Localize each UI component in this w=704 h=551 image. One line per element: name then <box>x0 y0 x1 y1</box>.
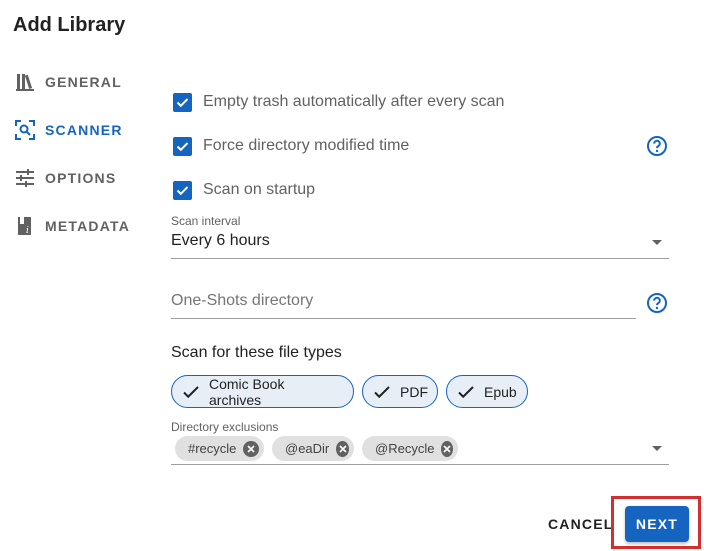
nav-label-scanner: SCANNER <box>45 122 123 138</box>
empty-trash-checkbox[interactable] <box>173 92 192 112</box>
check-icon <box>373 383 391 401</box>
check-icon <box>457 383 475 401</box>
add-library-dialog: Add Library GENERAL SCANNER OPTIONS i ME… <box>0 0 704 551</box>
library-books-icon <box>14 71 36 93</box>
directory-exclusions-label: Directory exclusions <box>171 420 279 434</box>
nav-item-scanner[interactable]: SCANNER <box>14 118 123 142</box>
scan-interval-select[interactable]: Every 6 hours <box>171 232 270 250</box>
remove-tag-icon[interactable] <box>441 440 453 457</box>
scan-on-startup-checkbox-row[interactable]: Scan on startup <box>173 178 315 202</box>
exclusion-tag: @Recycle <box>362 436 458 461</box>
chip-comic-book-archives[interactable]: Comic Book archives <box>171 375 354 408</box>
exclusion-tag-label: @Recycle <box>375 441 435 456</box>
chevron-down-icon[interactable] <box>652 446 662 451</box>
chip-label: PDF <box>400 383 428 400</box>
nav-item-options[interactable]: OPTIONS <box>14 166 116 190</box>
exclusions-underline <box>171 464 669 465</box>
scan-on-startup-checkbox[interactable] <box>173 180 192 200</box>
chevron-down-icon[interactable] <box>652 240 662 245</box>
oneshots-underline <box>171 318 636 319</box>
oneshots-directory-input[interactable]: One-Shots directory <box>171 292 313 310</box>
empty-trash-label: Empty trash automatically after every sc… <box>203 93 505 110</box>
exclusion-tag: #recycle <box>175 436 264 461</box>
cancel-button[interactable]: CANCEL <box>542 512 620 536</box>
nav-item-metadata[interactable]: i METADATA <box>14 214 130 238</box>
exclusion-tag-label: @eaDir <box>285 441 330 456</box>
chip-epub[interactable]: Epub <box>446 375 528 408</box>
dialog-title: Add Library <box>13 14 126 36</box>
scan-interval-label: Scan interval <box>171 214 241 228</box>
exclusion-tag-label: #recycle <box>188 441 237 456</box>
help-circle-icon[interactable] <box>646 292 668 314</box>
help-circle-icon[interactable] <box>646 135 668 157</box>
scanner-search-icon <box>14 119 36 141</box>
force-modified-time-label: Force directory modified time <box>203 137 410 154</box>
check-icon <box>182 383 200 401</box>
chip-label: Epub <box>484 383 517 400</box>
book-info-icon: i <box>14 215 36 237</box>
remove-tag-icon[interactable] <box>336 440 349 457</box>
nav-label-general: GENERAL <box>45 74 122 90</box>
tune-sliders-icon <box>14 167 36 189</box>
exclusion-tag: @eaDir <box>272 436 354 461</box>
empty-trash-checkbox-row[interactable]: Empty trash automatically after every sc… <box>173 90 504 114</box>
remove-tag-icon[interactable] <box>243 440 259 457</box>
scan-interval-underline <box>171 258 669 259</box>
next-button[interactable]: NEXT <box>625 506 689 542</box>
chip-pdf[interactable]: PDF <box>362 375 438 408</box>
force-modified-time-checkbox[interactable] <box>173 136 192 156</box>
nav-label-options: OPTIONS <box>45 170 117 186</box>
force-modified-time-checkbox-row[interactable]: Force directory modified time <box>173 134 409 158</box>
file-types-heading: Scan for these file types <box>171 344 342 361</box>
nav-label-metadata: METADATA <box>45 218 131 234</box>
nav-item-general[interactable]: GENERAL <box>14 70 122 94</box>
scan-on-startup-label: Scan on startup <box>203 181 316 198</box>
svg-text:i: i <box>26 226 29 236</box>
chip-label: Comic Book archives <box>209 375 285 408</box>
